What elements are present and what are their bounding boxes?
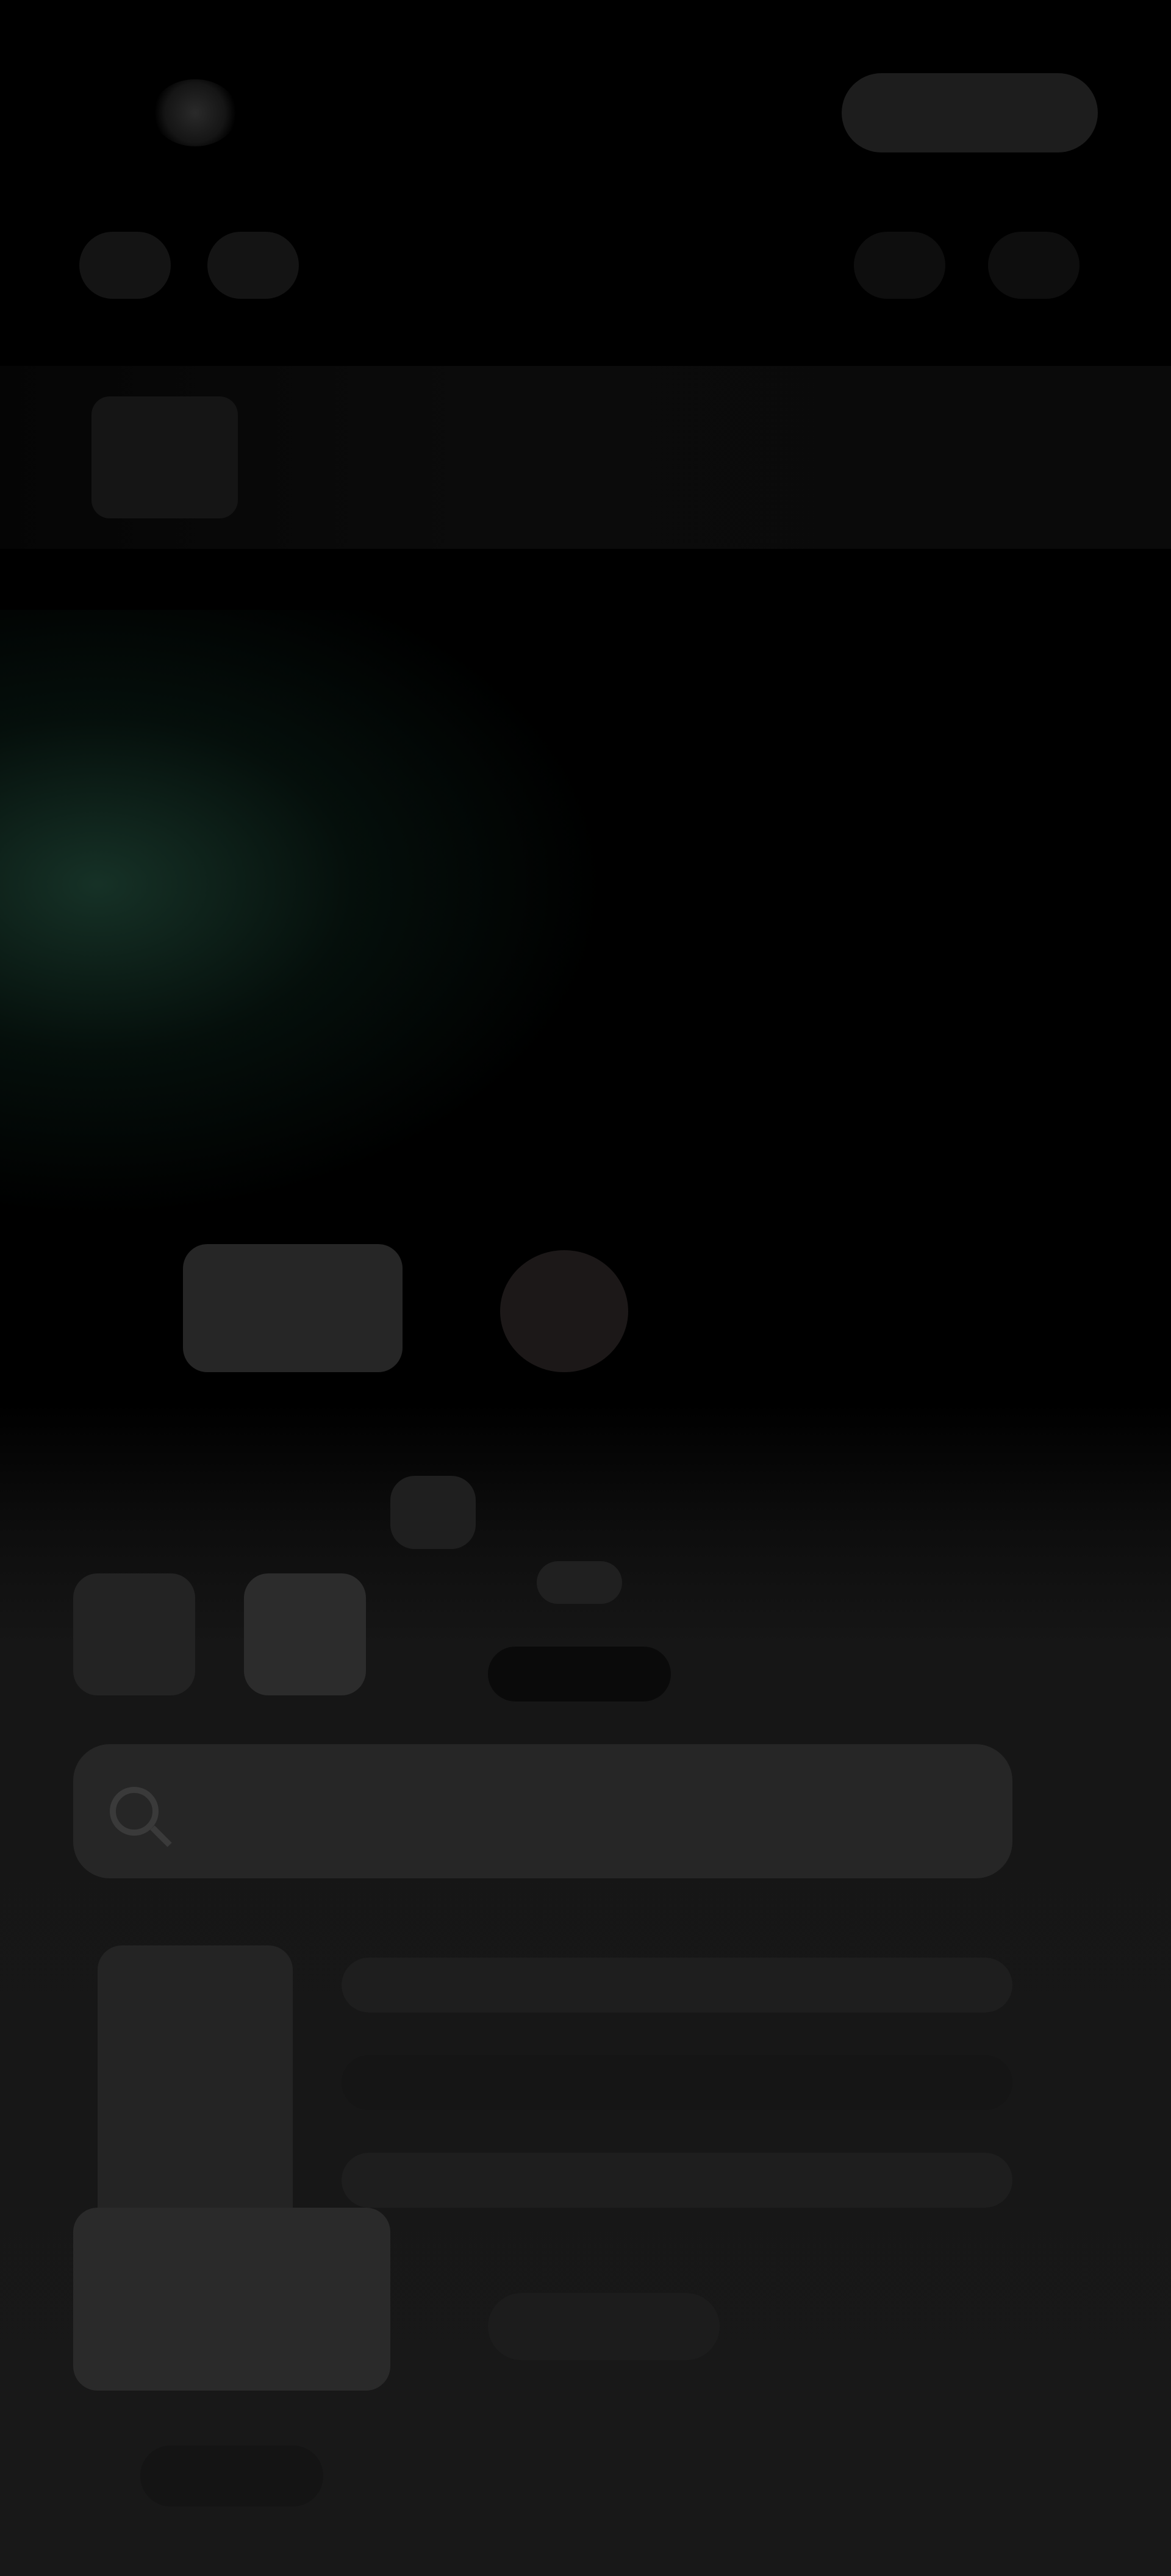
- bottom-pill-button[interactable]: [488, 2293, 720, 2360]
- nav-item-left-2[interactable]: [207, 232, 299, 299]
- section-badge: [390, 1476, 476, 1549]
- stat-card-1[interactable]: [73, 1573, 195, 1695]
- hero-primary-button[interactable]: [183, 1244, 403, 1372]
- hero-secondary-button[interactable]: [500, 1250, 628, 1372]
- search-bar[interactable]: [73, 1744, 1012, 1878]
- top-header: [0, 0, 1171, 342]
- sub-header-tile[interactable]: [91, 396, 238, 518]
- nav-item-right-2[interactable]: [988, 232, 1080, 299]
- cta-button[interactable]: [842, 73, 1098, 152]
- list-item-1[interactable]: [342, 1958, 1012, 2012]
- stat-row: [73, 1573, 366, 1695]
- stat-card-2[interactable]: [244, 1573, 366, 1695]
- bottom-card[interactable]: [73, 2208, 390, 2391]
- search-icon: [110, 1787, 159, 1836]
- page-root: [0, 0, 1171, 2576]
- search-input[interactable]: [183, 1796, 976, 1826]
- nav-item-right-1[interactable]: [854, 232, 945, 299]
- footer-label: [140, 2445, 323, 2506]
- list-item-3[interactable]: [342, 2153, 1012, 2208]
- nav-item-left-1[interactable]: [79, 232, 171, 299]
- stat-separator: [488, 1647, 671, 1701]
- logo-icon[interactable]: [152, 79, 238, 146]
- nav-right: [854, 232, 1080, 299]
- nav-left: [79, 232, 299, 299]
- section-indicator: [537, 1561, 622, 1604]
- list-item-2[interactable]: [342, 2055, 1012, 2110]
- list-rows: [342, 1958, 1012, 2250]
